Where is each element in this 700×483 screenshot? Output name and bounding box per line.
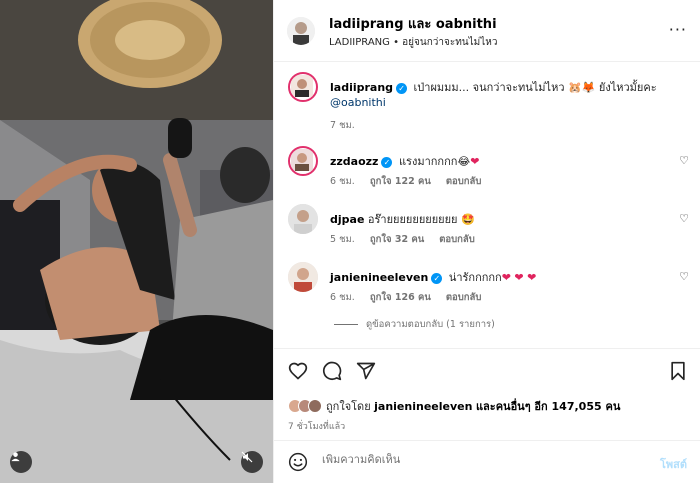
comments-list: ladiiprang ✓ เป่าผมมม... จนกว่าจะทนไม่ไหว… (274, 62, 700, 348)
likes-user[interactable]: janienineeleven (374, 400, 472, 413)
like-heart-icon[interactable] (288, 361, 308, 381)
share-icon[interactable] (356, 361, 376, 381)
reply-button[interactable]: ตอบกลับ (439, 234, 475, 245)
likes-rest[interactable]: และคนอื่นๆ อีก 147,055 คน (476, 400, 620, 413)
comment-username[interactable]: djpae (330, 213, 364, 226)
heart-emoji-icon: ❤ ❤ ❤ (501, 271, 537, 284)
user-icon (11, 452, 20, 462)
caption-text: เป่าผมมม... จนกว่าจะทนไม่ไหว 🐹🦊 ยังไหวมั… (413, 81, 657, 94)
comment-likes[interactable]: ถูกใจ 126 คน (370, 292, 431, 303)
speaker-muted-icon (241, 451, 253, 463)
post-header: ladiiprang และ oabnithi LADIIPRANG • อยู… (274, 0, 700, 62)
avatar-image (288, 262, 318, 292)
tagged-users-button[interactable] (10, 451, 32, 473)
comment-text: แรงมากกกก😂 (398, 155, 471, 168)
avatar-image (291, 75, 313, 97)
avatar[interactable] (288, 146, 318, 176)
comment-text: น่ารักกกกก (448, 271, 502, 284)
verified-badge-icon: ✓ (396, 82, 408, 94)
emoji-icon[interactable] (288, 452, 308, 472)
reply-button[interactable]: ตอบกลับ (446, 176, 482, 187)
likes-summary[interactable]: ถูกใจโดย janienineeleven และคนอื่นๆ อีก … (288, 397, 620, 415)
avatar[interactable] (288, 262, 318, 292)
post-media[interactable] (0, 0, 273, 483)
reply-button[interactable]: ตอบกลับ (446, 292, 482, 303)
caption-username[interactable]: ladiiprang (330, 81, 393, 94)
avatar[interactable] (287, 17, 315, 45)
avatar-image (288, 204, 318, 234)
view-replies-label: ดูข้อความตอบกลับ (1 รายการ) (366, 319, 495, 330)
like-comment-heart-icon[interactable]: ♡ (679, 212, 689, 225)
caption-time: 7 ชม. (330, 120, 355, 131)
like-comment-heart-icon[interactable]: ♡ (679, 270, 689, 283)
post-time: 7 ชั่วโมงที่แล้ว (288, 422, 346, 432)
audio-track[interactable]: LADIIPRANG • อยู่จนกว่าจะทนไม่ไหว (329, 35, 498, 50)
comment-input[interactable] (322, 453, 622, 466)
comment-time: 5 ชม. (330, 234, 355, 245)
comment-likes[interactable]: ถูกใจ 122 คน (370, 176, 431, 187)
add-comment-bar: โพสต์ (274, 440, 700, 483)
comment-time: 6 ชม. (330, 176, 355, 187)
post-button[interactable]: โพสต์ (660, 455, 687, 473)
likes-prefix: ถูกใจโดย (326, 400, 371, 413)
heart-emoji-icon: ❤ (470, 155, 480, 168)
post-detail-panel: ladiiprang และ oabnithi LADIIPRANG • อยู… (273, 0, 700, 483)
comment-time: 6 ชม. (330, 292, 355, 303)
comment-text: อร๊ายยยยยยยยยยย 🤩 (367, 213, 475, 226)
avatar (308, 399, 322, 413)
avatar-image (287, 17, 315, 45)
page-title[interactable]: ladiiprang และ oabnithi (329, 13, 497, 34)
comment-icon[interactable] (322, 361, 342, 381)
more-options-button[interactable]: ··· (669, 20, 687, 39)
avatar[interactable] (288, 204, 318, 234)
bookmark-icon[interactable] (669, 361, 687, 381)
like-comment-heart-icon[interactable]: ♡ (679, 154, 689, 167)
divider (334, 324, 358, 325)
verified-badge-icon: ✓ (381, 156, 393, 168)
verified-badge-icon: ✓ (431, 272, 443, 284)
likes-text: ถูกใจโดย janienineeleven และคนอื่นๆ อีก … (326, 397, 620, 415)
mute-button[interactable] (241, 451, 263, 473)
avatar-image (291, 149, 313, 171)
view-replies-button[interactable]: ดูข้อความตอบกลับ (1 รายการ) (334, 317, 495, 332)
comment-username[interactable]: zzdaozz (330, 155, 378, 168)
comment-username[interactable]: janienineeleven (330, 271, 428, 284)
caption-mention[interactable]: @oabnithi (330, 96, 386, 109)
comment-likes[interactable]: ถูกใจ 32 คน (370, 234, 424, 245)
post-photo (0, 0, 273, 483)
avatar[interactable] (288, 72, 318, 102)
